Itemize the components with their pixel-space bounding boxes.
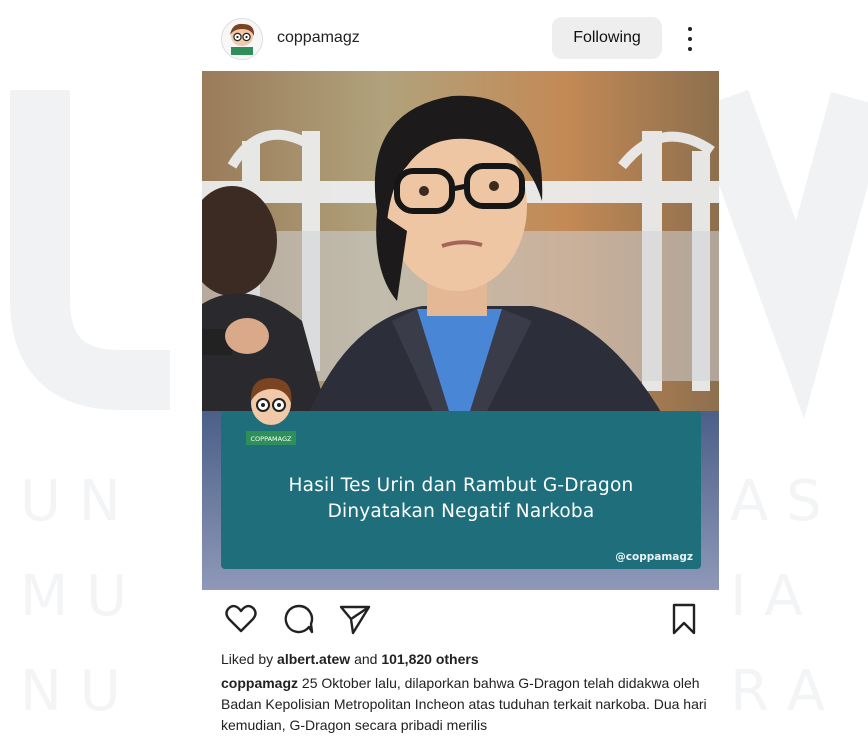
coppamagz-logo: COPPAMAGZ	[242, 373, 300, 449]
headline-line-2: Dinyatakan Negatif Narkoba	[327, 501, 595, 522]
headline-text: Hasil Tes Urin dan Rambut G-Dragon Dinya…	[221, 473, 701, 525]
likes-summary: Liked by albert.atew and 101,820 others	[221, 651, 479, 667]
post-image: Hasil Tes Urin dan Rambut G-Dragon Dinya…	[202, 71, 719, 590]
send-icon[interactable]	[335, 599, 375, 639]
heart-icon[interactable]	[221, 599, 261, 639]
banner-handle: @coppamagz	[615, 551, 693, 563]
headline-line-1: Hasil Tes Urin dan Rambut G-Dragon	[288, 475, 634, 496]
likes-count[interactable]: 101,820 others	[381, 651, 478, 667]
svg-text:U N: U N	[20, 469, 121, 534]
comment-icon[interactable]	[279, 599, 319, 639]
svg-text:M U: M U	[20, 564, 127, 629]
likes-middle: and	[350, 651, 382, 667]
post-username[interactable]: coppamagz	[277, 29, 360, 47]
svg-text:I A: I A	[730, 564, 803, 629]
bookmark-icon[interactable]	[664, 599, 704, 639]
more-vertical-icon[interactable]	[680, 23, 700, 55]
following-button[interactable]: Following	[552, 17, 662, 59]
caption-username[interactable]: coppamagz	[221, 675, 298, 691]
likes-prefix: Liked by	[221, 651, 278, 667]
svg-text:A S: A S	[730, 469, 822, 534]
logo-text: COPPAMAGZ	[251, 435, 293, 443]
instagram-post: coppamagz Following Hasil Tes Urin dan R…	[202, 9, 719, 740]
liked-by-user[interactable]: albert.atew	[277, 651, 350, 667]
svg-text:R A: R A	[730, 659, 825, 724]
svg-text:N U: N U	[20, 659, 121, 724]
post-header: coppamagz Following	[202, 9, 719, 71]
post-actions	[202, 599, 719, 645]
post-caption: coppamagz 25 Oktober lalu, dilaporkan ba…	[221, 673, 711, 736]
cartoon-avatar-icon[interactable]	[221, 18, 263, 60]
